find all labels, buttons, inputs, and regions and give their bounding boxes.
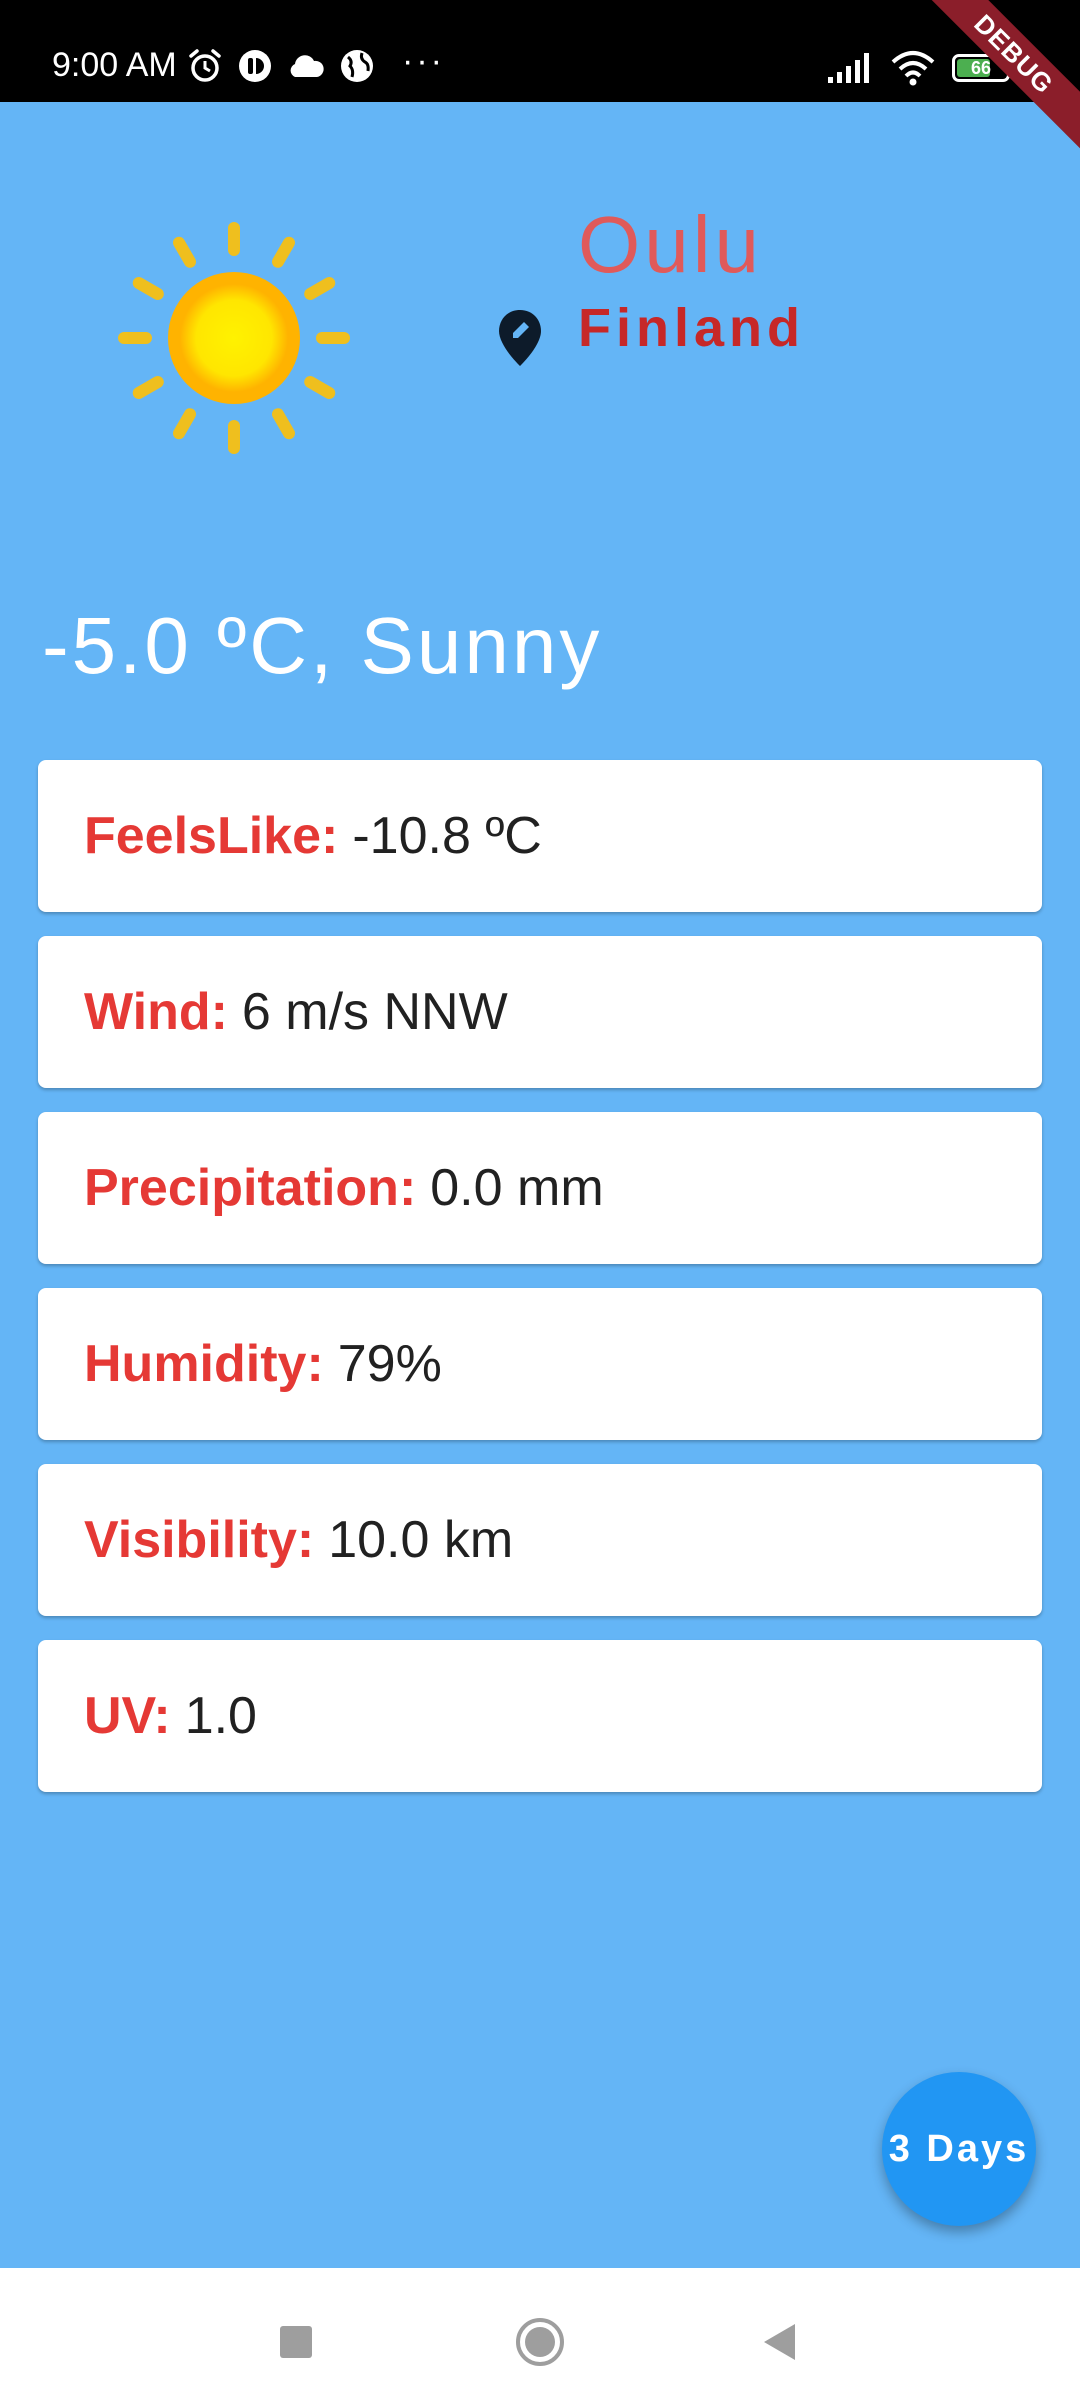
status-time: 9:00 AM — [52, 46, 177, 84]
home-icon — [516, 2318, 564, 2366]
wind-card: Wind: 6 m/s NNW — [38, 936, 1042, 1088]
cloud-icon — [290, 55, 324, 77]
humidity-card: Humidity: 79% — [38, 1288, 1042, 1440]
country-name: Finland — [578, 298, 805, 358]
uv-value: 1.0 — [184, 1687, 257, 1745]
recents-button[interactable] — [268, 2314, 324, 2370]
back-button[interactable] — [752, 2314, 808, 2370]
more-notifications-indicator: ··· — [402, 41, 445, 80]
globe-icon — [341, 50, 373, 82]
location-edit-pin-icon[interactable] — [496, 308, 544, 368]
humidity-value: 79% — [337, 1335, 442, 1393]
precipitation-card: Precipitation: 0.0 mm — [38, 1112, 1042, 1264]
wifi-icon — [891, 51, 935, 86]
back-icon — [764, 2324, 795, 2360]
wind-value: 6 m/s NNW — [241, 983, 508, 1041]
three-days-forecast-button[interactable]: 3 Days — [882, 2072, 1036, 2226]
weather-details-list: FeelsLike: -10.8 ºC Wind: 6 m/s NNW Prec… — [38, 760, 1042, 1816]
app-notification-icon — [239, 50, 271, 82]
precipitation-label: Precipitation: — [84, 1159, 417, 1217]
signal-icon — [828, 53, 869, 83]
status-icons-right: 66 — [826, 48, 1016, 88]
feels-like-value: -10.8 ºC — [352, 807, 542, 865]
weather-summary: -5.0 ºC, Sunny — [42, 601, 603, 690]
status-icons-left: ··· — [186, 41, 445, 88]
visibility-value: 10.0 km — [328, 1511, 514, 1569]
feels-like-card: FeelsLike: -10.8 ºC — [38, 760, 1042, 912]
home-button[interactable] — [512, 2314, 568, 2370]
uv-label: UV: — [84, 1687, 171, 1745]
uv-card: UV: 1.0 — [38, 1640, 1042, 1792]
wind-label: Wind: — [84, 983, 228, 1041]
city-name: Oulu — [578, 200, 763, 289]
precipitation-value: 0.0 mm — [430, 1159, 604, 1217]
visibility-card: Visibility: 10.0 km — [38, 1464, 1042, 1616]
navigation-bar — [0, 2268, 1080, 2400]
alarm-icon — [189, 49, 221, 82]
sun-icon — [118, 222, 350, 454]
recents-icon — [280, 2326, 312, 2358]
status-bar: 9:00 AM ··· 66 — [0, 0, 1080, 102]
visibility-label: Visibility: — [84, 1511, 315, 1569]
humidity-label: Humidity: — [84, 1335, 324, 1393]
feels-like-label: FeelsLike: — [84, 807, 339, 865]
